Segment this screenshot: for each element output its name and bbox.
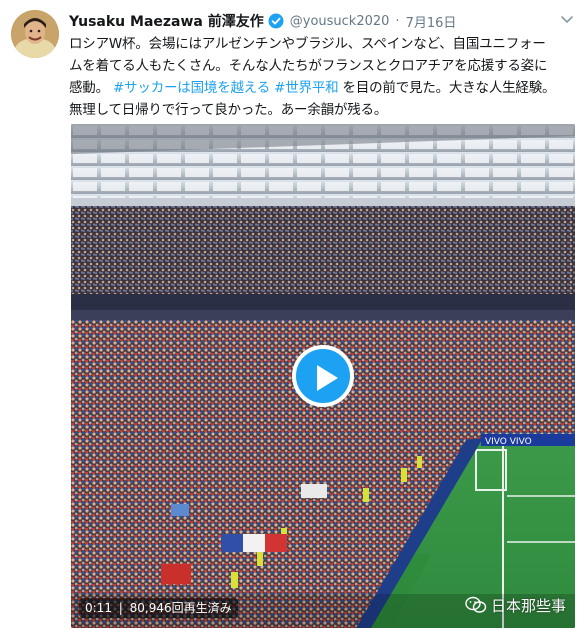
play-button[interactable] (292, 345, 354, 407)
tweet-text-line: 感動。 #サッカーは国境を越える #世界平和 を目の前で見た。大きな人生経験。 (69, 77, 577, 99)
tweet-date[interactable]: 7月16日 (406, 12, 457, 31)
ad-board-text: VIVO VIVO (485, 437, 532, 447)
tweet-text-segment: を目の前で見た。大きな人生経験。 (338, 80, 556, 96)
tweet-card: Yusaku Maezawa 前澤友作 @yousuck2020 · 7月16日… (0, 0, 585, 630)
wechat-icon (465, 596, 487, 613)
video-duration: 0:11 (85, 601, 112, 615)
video-stats-badge: 0:11 | 80,946回再生済み (79, 598, 238, 618)
watermark: 日本那些事 (465, 594, 566, 616)
chevron-down-icon[interactable] (559, 12, 575, 26)
avatar[interactable] (11, 10, 59, 58)
watermark-text: 日本那些事 (491, 596, 567, 615)
tweet-text-segment: 感動。 (69, 80, 113, 96)
tweet-text: ロシアW杯。会場にはアルゼンチンやブラジル、スペインなど、自国ユニフォー ムを着て… (69, 33, 577, 121)
tweet-text-segment: 無理して日帰りで行って良かった。あー余韻が残る。 (69, 102, 388, 118)
play-icon (317, 365, 338, 391)
tweet-text-line: ムを着てる人もたくさん。そんな人たちがフランスとクロアチアを応援する姿に (69, 55, 577, 77)
tweet-text-line: 無理して日帰りで行って良かった。あー余韻が残る。 (69, 99, 577, 121)
hashtag-link[interactable]: #世界平和 (274, 80, 339, 96)
tweet-text-line: ロシアW杯。会場にはアルゼンチンやブラジル、スペインなど、自国ユニフォー (69, 33, 577, 55)
author-name[interactable]: Yusaku Maezawa 前澤友作 (69, 11, 264, 31)
author-handle[interactable]: @yousuck2020 (290, 14, 390, 29)
hashtag-link[interactable]: #サッカーは国境を越える (113, 80, 270, 96)
tweet-header: Yusaku Maezawa 前澤友作 @yousuck2020 · 7月16日 (69, 11, 456, 31)
separator-dot: · (395, 13, 400, 29)
verified-icon (268, 13, 284, 29)
video-player[interactable]: VIVO VIVO 0:11 | 80,946回再生済み (71, 124, 575, 628)
tweet-text-segment: ロシアW杯。会場にはアルゼンチンやブラジル、スペインなど、自国ユニフォー (69, 36, 546, 52)
tweet-text-segment: ムを着てる人もたくさん。そんな人たちがフランスとクロアチアを応援する姿に (69, 58, 548, 74)
video-view-count: 80,946回再生済み (129, 601, 232, 615)
